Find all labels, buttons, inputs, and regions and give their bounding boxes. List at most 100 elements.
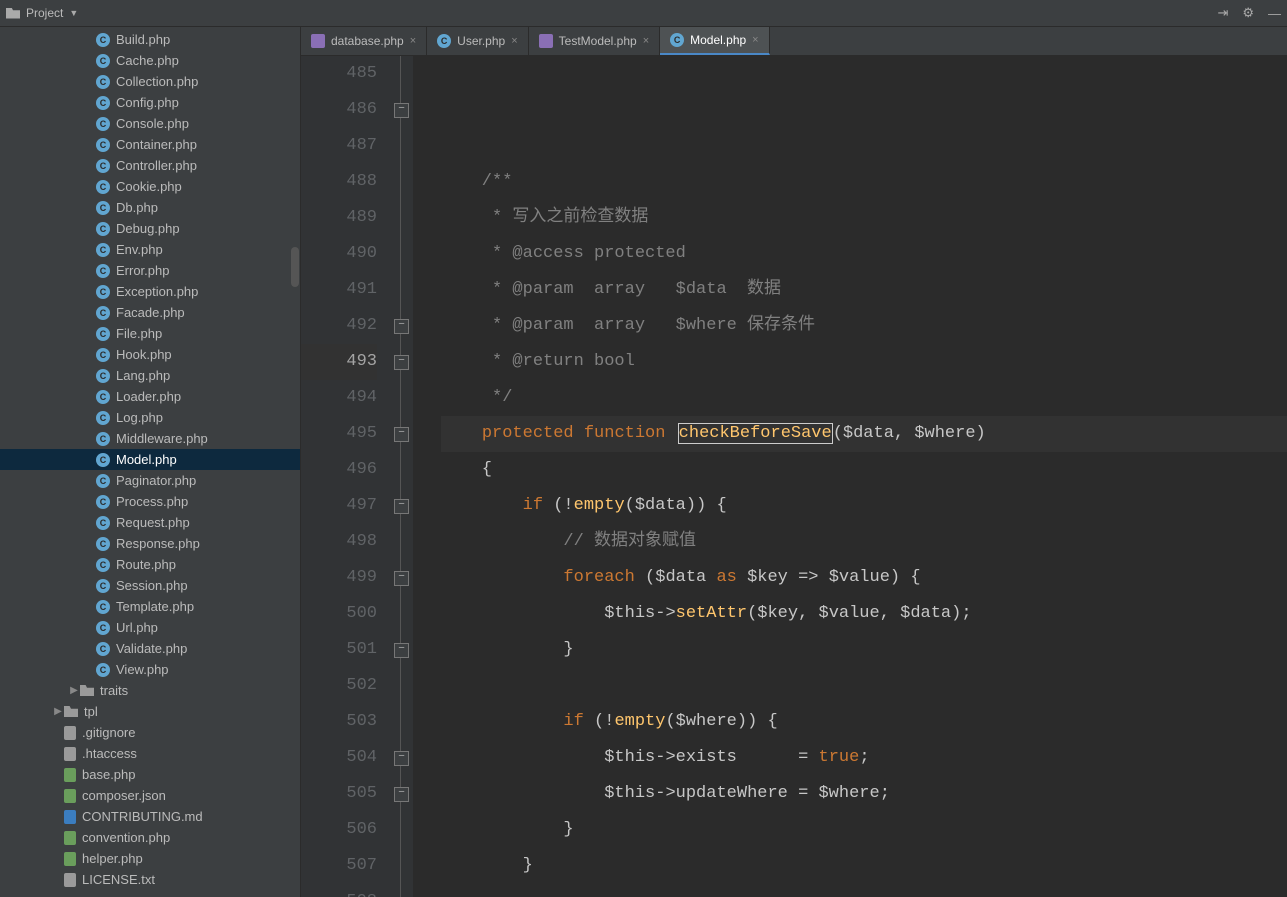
tree-item[interactable]: CLang.php — [0, 365, 300, 386]
tree-item[interactable]: .htaccess — [0, 743, 300, 764]
tree-item[interactable]: CHook.php — [0, 344, 300, 365]
code-line[interactable]: if (!empty($where)) { — [441, 704, 1287, 740]
code-line[interactable]: $this->exists = true; — [441, 740, 1287, 776]
code-line[interactable]: // 数据对象赋值 — [441, 524, 1287, 560]
fold-toggle-icon[interactable]: − — [394, 787, 409, 802]
tree-item[interactable]: CRequest.php — [0, 512, 300, 533]
close-icon[interactable]: × — [643, 35, 649, 47]
editor-tab[interactable]: CUser.php× — [427, 27, 528, 55]
fold-toggle-icon[interactable]: − — [394, 427, 409, 442]
file-name: Container.php — [116, 137, 197, 152]
code-line[interactable]: * @access protected — [441, 236, 1287, 272]
tree-item[interactable]: CLog.php — [0, 407, 300, 428]
code-line[interactable]: $this->setAttr($key, $value, $data); — [441, 596, 1287, 632]
gear-icon[interactable]: ⚙ — [1242, 5, 1254, 21]
fold-line — [400, 56, 401, 897]
tree-item[interactable]: CContainer.php — [0, 134, 300, 155]
file-name: Cookie.php — [116, 179, 182, 194]
gen-icon — [64, 831, 76, 845]
code-line[interactable]: $this->updateWhere = $where; — [441, 776, 1287, 812]
code-line[interactable]: */ — [441, 380, 1287, 416]
fold-toggle-icon[interactable]: − — [394, 571, 409, 586]
fold-toggle-icon[interactable]: − — [394, 319, 409, 334]
file-name: composer.json — [82, 788, 166, 803]
tree-item[interactable]: CMiddleware.php — [0, 428, 300, 449]
fold-toggle-icon[interactable]: − — [394, 103, 409, 118]
fold-toggle-icon[interactable]: − — [394, 499, 409, 514]
code-line[interactable] — [441, 128, 1287, 164]
minimize-icon[interactable]: — — [1268, 6, 1281, 21]
tree-item[interactable]: CSession.php — [0, 575, 300, 596]
tree-item[interactable]: CDb.php — [0, 197, 300, 218]
expand-arrow-icon[interactable]: ▶ — [68, 685, 80, 696]
tree-item[interactable]: CONTRIBUTING.md — [0, 806, 300, 827]
code-line[interactable]: * @return bool — [441, 344, 1287, 380]
editor-tab[interactable]: TestModel.php × — [529, 27, 660, 55]
tree-item[interactable]: base.php — [0, 764, 300, 785]
tree-item[interactable]: CCollection.php — [0, 71, 300, 92]
code-line[interactable]: * @param array $where 保存条件 — [441, 308, 1287, 344]
code-line[interactable]: } — [441, 848, 1287, 884]
code-line[interactable] — [441, 884, 1287, 897]
tree-item[interactable]: CCache.php — [0, 50, 300, 71]
tree-item[interactable]: CLoader.php — [0, 386, 300, 407]
txt-icon — [64, 726, 76, 740]
tree-item[interactable]: CPaginator.php — [0, 470, 300, 491]
tree-item[interactable]: .gitignore — [0, 722, 300, 743]
close-icon[interactable]: × — [752, 34, 758, 46]
tree-item[interactable]: CConsole.php — [0, 113, 300, 134]
tree-item[interactable]: CProcess.php — [0, 491, 300, 512]
tree-item[interactable]: CRoute.php — [0, 554, 300, 575]
php-icon: C — [96, 642, 110, 656]
tree-item[interactable]: CValidate.php — [0, 638, 300, 659]
expand-arrow-icon[interactable]: ▶ — [52, 706, 64, 717]
fold-toggle-icon[interactable]: − — [394, 355, 409, 370]
fold-strip[interactable]: − − − − − − − − − — [391, 56, 413, 897]
code-line[interactable]: } — [441, 632, 1287, 668]
tree-item[interactable]: convention.php — [0, 827, 300, 848]
tree-item[interactable]: CFile.php — [0, 323, 300, 344]
code-line[interactable]: * @param array $data 数据 — [441, 272, 1287, 308]
tree-item[interactable]: CEnv.php — [0, 239, 300, 260]
tree-item[interactable]: LICENSE.txt — [0, 869, 300, 890]
tree-item[interactable]: CResponse.php — [0, 533, 300, 554]
tree-item[interactable]: composer.json — [0, 785, 300, 806]
line-number: 500 — [301, 596, 377, 632]
tree-item[interactable]: CCookie.php — [0, 176, 300, 197]
code-content[interactable]: /** * 写入之前检查数据 * @access protected * @pa… — [413, 56, 1287, 897]
project-selector[interactable]: Project ▼ — [6, 6, 78, 20]
editor-tab[interactable]: database.php× — [301, 27, 427, 55]
fold-toggle-icon[interactable]: − — [394, 643, 409, 658]
tree-item[interactable]: CFacade.php — [0, 302, 300, 323]
tree-item[interactable]: CDebug.php — [0, 218, 300, 239]
code-line[interactable]: foreach ($data as $key => $value) { — [441, 560, 1287, 596]
tree-item[interactable]: CUrl.php — [0, 617, 300, 638]
code-line[interactable]: } — [441, 812, 1287, 848]
tree-item[interactable]: CController.php — [0, 155, 300, 176]
code-line[interactable]: * 写入之前检查数据 — [441, 200, 1287, 236]
close-icon[interactable]: × — [410, 35, 416, 47]
tree-item[interactable]: CTemplate.php — [0, 596, 300, 617]
tree-item[interactable]: CException.php — [0, 281, 300, 302]
code-line[interactable]: { — [441, 452, 1287, 488]
collapse-icon[interactable]: ⇥ — [1217, 5, 1228, 21]
tree-item[interactable]: CBuild.php — [0, 29, 300, 50]
tree-item[interactable]: ▶tpl — [0, 701, 300, 722]
tree-item[interactable]: ▶traits — [0, 680, 300, 701]
code-line[interactable]: if (!empty($data)) { — [441, 488, 1287, 524]
fold-toggle-icon[interactable]: − — [394, 751, 409, 766]
editor-tab[interactable]: CModel.php× — [660, 27, 769, 55]
project-tree[interactable]: CBuild.phpCCache.phpCCollection.phpCConf… — [0, 27, 300, 897]
code-line[interactable] — [441, 668, 1287, 704]
sidebar-scrollbar[interactable] — [291, 247, 299, 287]
tree-item[interactable]: CView.php — [0, 659, 300, 680]
tab-label: TestModel.php — [559, 34, 637, 48]
tree-item[interactable]: CError.php — [0, 260, 300, 281]
tree-item[interactable]: CModel.php — [0, 449, 300, 470]
code-editor[interactable]: 4854864874884894904914924934944954964974… — [301, 56, 1287, 897]
close-icon[interactable]: × — [511, 35, 517, 47]
tree-item[interactable]: helper.php — [0, 848, 300, 869]
code-line[interactable]: protected function checkBeforeSave($data… — [441, 416, 1287, 452]
code-line[interactable]: /** — [441, 164, 1287, 200]
tree-item[interactable]: CConfig.php — [0, 92, 300, 113]
